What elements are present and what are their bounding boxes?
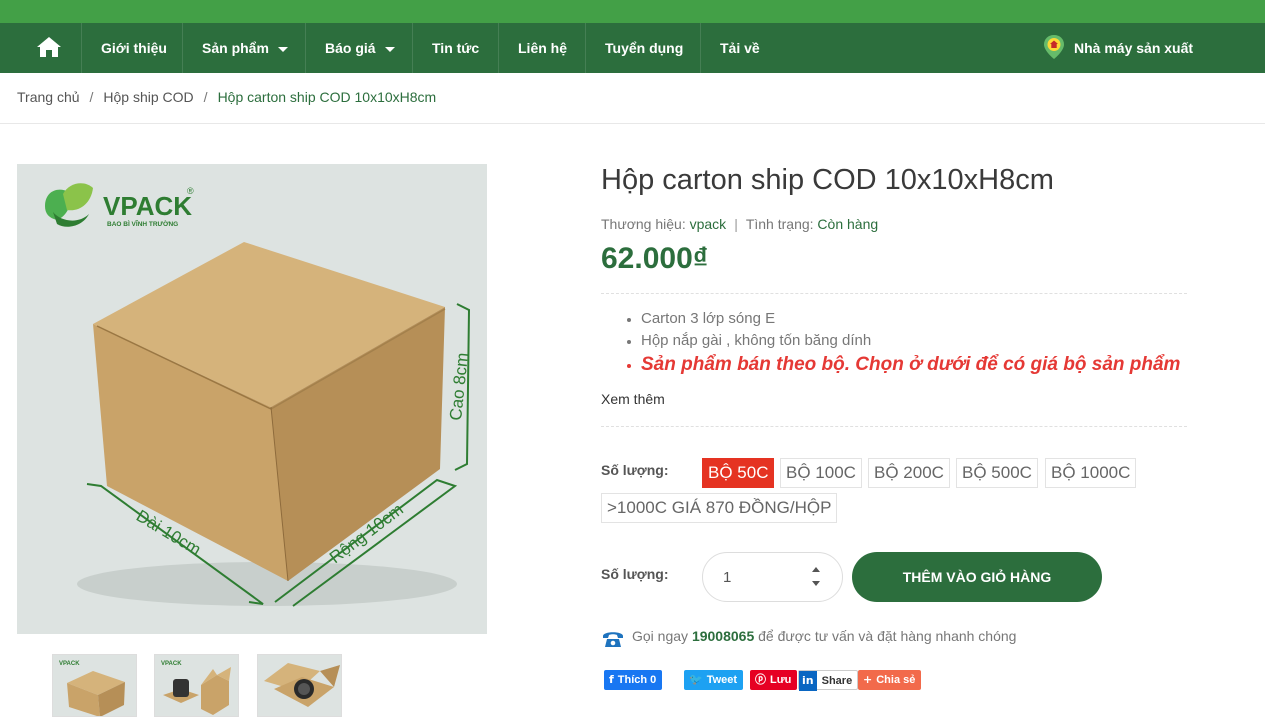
decrement-icon[interactable] [812,581,820,586]
twitter-tweet-button[interactable]: 🐦 Tweet [684,670,744,690]
nav-label: Giới thiệu [101,40,167,56]
feature-item-highlight: Sản phẩm bán theo bộ. Chọn ở dưới để có … [624,352,1180,378]
product-title: Hộp carton ship COD 10x10xH8cm [601,164,1054,196]
variant-label: Số lượng: [601,462,669,478]
nav-label: Sản phẩm [202,40,269,56]
nav-label: Tải về [720,40,760,56]
variant-option-selected[interactable]: BỘ 50C [702,458,775,488]
svg-text:®: ® [187,186,194,196]
quantity-stepper [702,552,843,602]
product-thumbnail[interactable]: VPACK [52,654,137,717]
phone-icon [603,632,623,647]
facebook-like-button[interactable]: f Thích 0 [604,670,663,690]
share-label: Thích 0 [617,674,657,686]
hotline-prefix: Gọi ngay [632,628,689,644]
product-thumbnail[interactable] [257,654,342,717]
breadcrumb-current: Hộp carton ship COD 10x10xH8cm [217,89,437,105]
main-nav: Giới thiệu Sản phẩm Báo giá Tin tức Liên… [0,23,1265,73]
increment-icon[interactable] [812,567,820,572]
svg-text:VPACK: VPACK [59,661,80,667]
brand-label: Thương hiệu: [601,216,686,232]
nav-label: Tuyển dụng [605,40,684,56]
breadcrumb-separator: / [89,89,94,105]
nav-item-tuyen-dung[interactable]: Tuyển dụng [585,23,702,73]
facebook-icon: f [609,673,614,686]
home-icon[interactable] [36,36,62,58]
pinterest-save-button[interactable]: ⓟ Lưu [750,670,798,690]
feature-item: Hộp nắp gài , không tốn băng dính [624,330,1180,352]
variant-option[interactable]: >1000C GIÁ 870 ĐỒNG/HỘP [601,493,838,523]
addthis-share-button[interactable]: + Chia sẻ [858,670,922,690]
status-value: Còn hàng [817,216,879,232]
quantity-label: Số lượng: [601,566,669,582]
nav-item-tai-ve[interactable]: Tải về [700,23,779,73]
nav-label: Báo giá [325,40,376,56]
add-to-cart-button[interactable]: THÊM VÀO GIỎ HÀNG [852,552,1102,602]
divider [0,123,1265,124]
twitter-icon: 🐦 [689,673,703,686]
nav-item-bao-gia[interactable]: Báo giá [305,23,414,73]
chevron-down-icon [384,46,395,52]
see-more-link[interactable]: Xem thêm [601,391,665,407]
quantity-input[interactable] [723,567,783,587]
product-meta: Thương hiệu: vpack | Tình trạng: Còn hàng [601,216,878,232]
nav-label: Tin tức [432,40,480,56]
share-label: Tweet [706,674,738,686]
linkedin-icon: in [799,671,817,691]
nav-item-gioi-thieu[interactable]: Giới thiệu [81,23,186,73]
pinterest-icon: ⓟ [755,673,766,686]
variant-option[interactable]: BỘ 200C [868,458,950,488]
product-main-image[interactable]: VPACK ® BAO BÌ VĨNH TRƯỜNG Dài 10cm Rộng… [17,164,487,634]
share-label: Share [821,675,853,687]
hotline-suffix: để được tư vấn và đặt hàng nhanh chóng [758,628,1017,644]
product-price: 62.000₫ [601,242,709,275]
product-photo: VPACK ® BAO BÌ VĨNH TRƯỜNG Dài 10cm Rộng… [17,164,487,634]
meta-separator: | [734,216,738,232]
divider [601,426,1187,427]
share-label: Chia sẻ [876,674,916,686]
hotline: Gọi ngay 19008065 để được tư vấn và đặt … [601,628,1017,647]
svg-text:VPACK: VPACK [161,661,182,667]
share-label: Lưu [770,674,792,686]
divider [601,293,1187,294]
top-strip [0,0,1265,23]
variant-option[interactable]: BỘ 500C [956,458,1038,488]
breadcrumb-category[interactable]: Hộp ship COD [103,89,193,105]
variant-option[interactable]: BỘ 100C [780,458,862,488]
svg-text:BAO BÌ VĨNH TRƯỜNG: BAO BÌ VĨNH TRƯỜNG [107,219,178,228]
breadcrumb-separator: / [203,89,208,105]
nav-factory-link[interactable]: Nhà máy sản xuất [1043,23,1193,73]
nav-label: Liên hệ [518,40,568,56]
factory-label: Nhà máy sản xuất [1074,40,1194,56]
nav-item-tin-tuc[interactable]: Tin tức [412,23,498,73]
brand-value[interactable]: vpack [690,216,727,232]
svg-text:VPACK: VPACK [103,191,192,221]
status-label: Tình trạng: [745,216,814,232]
breadcrumb: Trang chủ / Hộp ship COD / Hộp carton ship C… [17,89,436,105]
feature-list: Carton 3 lớp sóng E Hộp nắp gài , không … [624,308,1180,378]
location-pin-icon [1044,35,1064,59]
hotline-number[interactable]: 19008065 [692,628,754,644]
breadcrumb-home[interactable]: Trang chủ [17,89,80,105]
nav-item-lien-he[interactable]: Liên hệ [498,23,586,73]
plus-icon: + [863,673,873,686]
linkedin-share-button[interactable]: in Share [798,670,859,691]
product-thumbnail[interactable]: VPACK [154,654,239,717]
variant-option[interactable]: BỘ 1000C [1045,458,1137,488]
chevron-down-icon [277,46,288,52]
nav-item-san-pham[interactable]: Sản phẩm [182,23,307,73]
feature-item: Carton 3 lớp sóng E [624,308,1180,330]
